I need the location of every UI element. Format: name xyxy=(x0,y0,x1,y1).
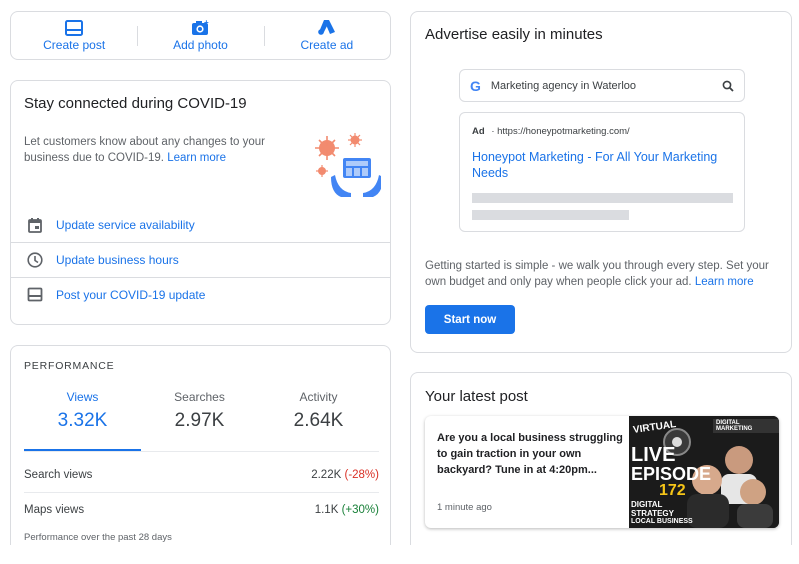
thumbnail-bottom-text-3: LOCAL BUSINESS xyxy=(631,518,693,525)
update-business-hours-row[interactable]: Update business hours xyxy=(11,242,390,276)
search-views-value: 2.22K xyxy=(311,469,342,481)
covid-illustration xyxy=(315,133,381,197)
tab-views-value: 3.32K xyxy=(57,410,108,431)
latest-post-text: Are you a local business struggling to g… xyxy=(437,432,623,476)
ad-url: https://honeypotmarketing.com/ xyxy=(497,126,630,137)
tab-searches[interactable]: Searches 2.97K xyxy=(141,390,258,432)
maps-views-value-group: 1.1K (+30%) xyxy=(315,504,379,516)
ad-placeholder-line xyxy=(472,210,629,220)
thumbnail-banner-text: DIGITAL MARKETING xyxy=(713,419,779,433)
maps-views-change: (+30%) xyxy=(341,503,379,516)
search-views-value-group: 2.22K (-28%) xyxy=(311,469,379,481)
ad-preview-search-query: Marketing agency in Waterloo xyxy=(490,79,636,92)
advertise-description: Getting started is simple - we walk you … xyxy=(425,258,775,290)
search-views-row: Search views 2.22K (-28%) xyxy=(24,458,379,492)
performance-card: PERFORMANCE Views 3.32K Searches 2.97K A… xyxy=(10,345,391,545)
latest-post-card: Your latest post Are you a local busines… xyxy=(410,372,792,545)
create-ad-button[interactable]: Create ad xyxy=(263,12,390,59)
calendar-icon xyxy=(25,217,45,233)
thumbnail-bottom-text-1: DIGITAL xyxy=(631,500,663,509)
search-views-change: (-28%) xyxy=(344,469,379,481)
post-covid-update-row[interactable]: Post your COVID-19 update xyxy=(11,277,390,311)
latest-post-thumbnail: VIRTUAL LIVE EPISODE 172 DIGITAL MARKETI… xyxy=(629,416,779,528)
tab-activity[interactable]: Activity 2.64K xyxy=(260,390,377,432)
tab-searches-value: 2.97K xyxy=(174,410,225,431)
tab-views-label: Views xyxy=(66,390,99,404)
start-now-button[interactable]: Start now xyxy=(425,305,515,334)
post-covid-update-label: Post your COVID-19 update xyxy=(56,287,206,302)
ad-preview-card: Ad · https://honeypotmarketing.com/ Hone… xyxy=(459,112,745,232)
advertise-title: Advertise easily in minutes xyxy=(425,26,603,43)
post-icon xyxy=(25,287,45,302)
covid-learn-more-link[interactable]: Learn more xyxy=(167,152,226,164)
performance-footer: Performance over the past 28 days xyxy=(24,532,172,543)
advertise-learn-more-link[interactable]: Learn more xyxy=(695,276,754,288)
maps-views-label: Maps views xyxy=(24,503,85,516)
tab-activity-label: Activity xyxy=(299,390,338,404)
tab-searches-label: Searches xyxy=(174,390,225,404)
tab-divider xyxy=(24,451,379,452)
covid-description-text: Let customers know about any changes to … xyxy=(24,136,266,164)
performance-header: PERFORMANCE xyxy=(24,360,115,372)
google-ads-icon xyxy=(318,20,335,35)
add-photo-button[interactable]: + Add photo xyxy=(137,12,263,59)
tab-views[interactable]: Views 3.32K xyxy=(24,390,141,452)
latest-post-preview[interactable]: Are you a local business struggling to g… xyxy=(425,416,779,528)
create-post-label: Create post xyxy=(43,37,106,52)
covid-title: Stay connected during COVID-19 xyxy=(24,95,247,112)
ad-placeholder-line xyxy=(472,193,733,203)
latest-post-title: Your latest post xyxy=(425,388,528,405)
covid-description: Let customers know about any changes to … xyxy=(24,134,284,166)
update-service-availability-row[interactable]: Update service availability xyxy=(11,208,390,242)
ad-preview-search-bar: G Marketing agency in Waterloo xyxy=(459,69,745,102)
tab-activity-value: 2.64K xyxy=(293,410,344,431)
update-business-hours-label: Update business hours xyxy=(56,252,179,267)
maps-views-value: 1.1K xyxy=(314,503,339,516)
add-photo-label: Add photo xyxy=(173,38,228,52)
search-views-label: Search views xyxy=(24,469,93,481)
clock-icon xyxy=(25,251,45,268)
search-icon xyxy=(722,80,734,92)
advertise-card: Advertise easily in minutes G Marketing … xyxy=(410,11,792,353)
svg-text:+: + xyxy=(204,19,209,27)
thumbnail-bottom-text-2: STRATEGY xyxy=(631,509,674,518)
thumbnail-number-text: 172 xyxy=(659,482,686,499)
camera-icon: + xyxy=(192,19,209,35)
update-service-availability-label: Update service availability xyxy=(56,218,195,232)
create-ad-label: Create ad xyxy=(300,38,354,52)
ad-headline: Honeypot Marketing - For All Your Market… xyxy=(472,150,718,180)
maps-views-row: Maps views 1.1K (+30%) xyxy=(24,492,379,526)
google-g-icon: G xyxy=(470,77,481,94)
covid-card: Stay connected during COVID-19 Let custo… xyxy=(10,80,391,325)
ad-bullet: · xyxy=(491,126,495,137)
post-icon xyxy=(65,19,84,36)
ad-label: Ad xyxy=(472,126,485,137)
quick-actions-card: Create post + Add photo Create ad xyxy=(10,11,391,60)
create-post-button[interactable]: Create post xyxy=(11,12,137,59)
latest-post-time: 1 minute ago xyxy=(437,502,492,513)
ad-preview-meta: Ad · https://honeypotmarketing.com/ xyxy=(472,126,630,137)
